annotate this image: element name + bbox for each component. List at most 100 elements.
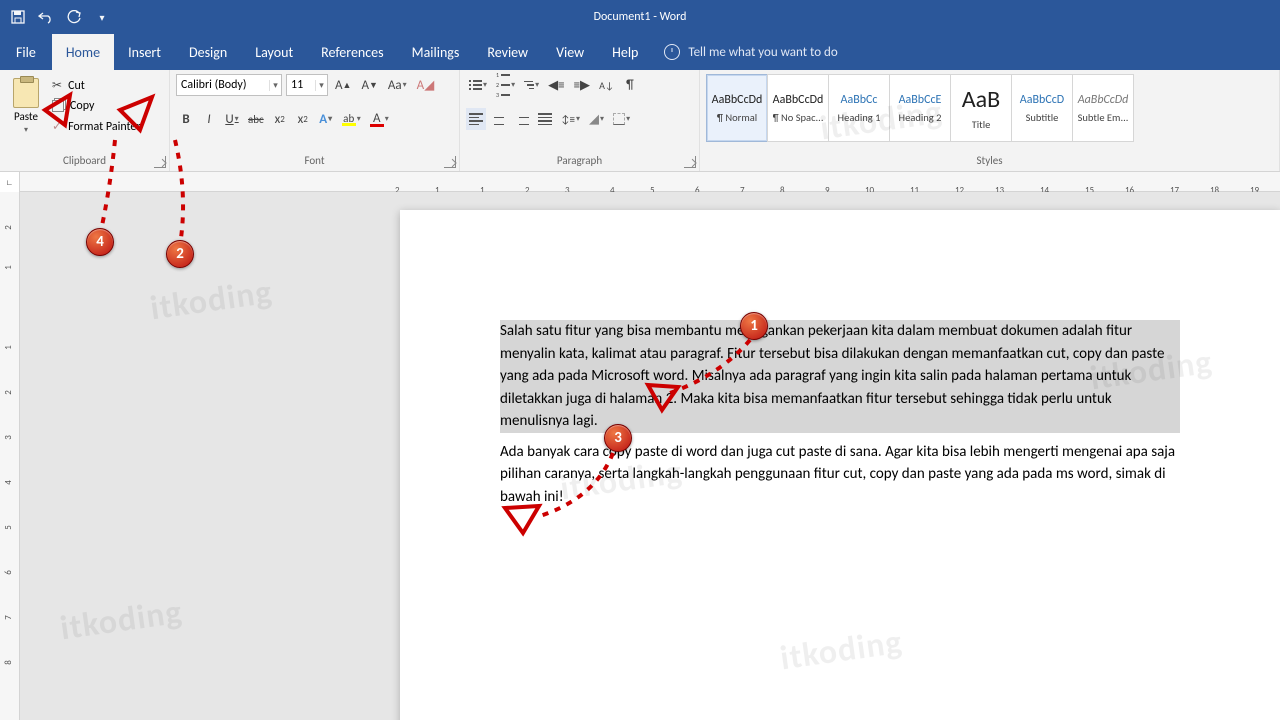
paintbrush-icon: ✓	[52, 119, 62, 134]
justify-button[interactable]	[535, 108, 555, 130]
strikethrough-button[interactable]: abc	[245, 108, 267, 130]
increase-indent-button[interactable]: ≡▶	[571, 74, 593, 96]
change-case-button[interactable]: Aa▾	[385, 74, 410, 96]
paste-label: Paste	[14, 110, 38, 123]
chevron-down-icon: ▾	[269, 80, 281, 91]
line-spacing-button[interactable]: ↕≡▾	[558, 108, 583, 130]
style--no-spac-[interactable]: AaBbCcDd¶ No Spac...	[767, 74, 829, 142]
cut-button[interactable]: ✂Cut	[52, 78, 141, 93]
bold-button[interactable]: B	[176, 108, 196, 130]
chevron-down-icon: ▾	[315, 80, 327, 91]
ribbon: Paste ▾ ✂Cut Copy ✓Format Painter Clipbo…	[0, 70, 1280, 172]
paragraph-1[interactable]: Salah satu fitur yang bisa membantu meri…	[500, 320, 1180, 433]
paragraph-dialog-launcher[interactable]	[684, 156, 696, 168]
horizontal-ruler[interactable]: ∟ 2112345678910111213141516171819	[0, 172, 1280, 192]
grow-font-button[interactable]: A▲	[332, 74, 354, 96]
tab-file[interactable]: File	[0, 34, 52, 70]
style-subtitle[interactable]: AaBbCcDSubtitle	[1011, 74, 1073, 142]
italic-button[interactable]: I	[199, 108, 219, 130]
copy-button[interactable]: Copy	[52, 99, 141, 113]
save-icon[interactable]	[10, 9, 26, 25]
font-color-button[interactable]: A▾	[367, 108, 392, 130]
outdent-icon: ◀≡	[548, 78, 564, 93]
tab-mailings[interactable]: Mailings	[398, 34, 474, 70]
line-spacing-icon: ↕≡	[561, 113, 575, 126]
redo-icon[interactable]	[66, 9, 82, 25]
sort-button[interactable]: A↓	[596, 74, 617, 96]
align-right-button[interactable]	[512, 108, 532, 130]
window-title: Document1 - Word	[120, 10, 1280, 24]
text-effects-button[interactable]: A▾	[316, 108, 336, 130]
superscript-button[interactable]: x2	[293, 108, 313, 130]
ribbon-tabs: File Home Insert Design Layout Reference…	[0, 34, 1280, 70]
paste-button[interactable]: Paste ▾	[6, 74, 46, 135]
tell-me-search[interactable]: Tell me what you want to do	[652, 34, 849, 70]
clipboard-icon	[13, 78, 39, 108]
style-subtle-em-[interactable]: AaBbCcDdSubtle Em...	[1072, 74, 1134, 142]
tab-references[interactable]: References	[307, 34, 397, 70]
shading-button[interactable]: ◢▾	[586, 108, 607, 130]
clipboard-dialog-launcher[interactable]	[154, 156, 166, 168]
numbering-button[interactable]: 123▾	[493, 74, 518, 96]
style-heading-2[interactable]: AaBbCcEHeading 2	[889, 74, 951, 142]
align-left-icon	[469, 113, 483, 125]
align-right-icon	[515, 113, 529, 125]
shrink-font-button[interactable]: A▼	[358, 74, 380, 96]
numbering-icon: 123	[496, 71, 510, 99]
paragraph-2[interactable]: Ada banyak cara copy paste di word dan j…	[500, 441, 1180, 509]
multilevel-icon	[524, 81, 534, 90]
bullets-button[interactable]: ▾	[466, 74, 490, 96]
tab-review[interactable]: Review	[473, 34, 542, 70]
group-paragraph: ▾ 123▾ ▾ ◀≡ ≡▶ A↓ ¶ ↕≡▾ ◢▾ ▾ Paragraph	[460, 70, 700, 171]
borders-button[interactable]: ▾	[610, 108, 633, 130]
subscript-button[interactable]: x2	[270, 108, 290, 130]
clear-formatting-button[interactable]: A◢	[414, 74, 438, 96]
justify-icon	[538, 113, 552, 125]
group-label-styles: Styles	[706, 152, 1273, 169]
group-label-font: Font	[176, 152, 453, 169]
paint-bucket-icon: ◢	[589, 112, 599, 127]
group-label-clipboard: Clipboard	[6, 152, 163, 169]
show-marks-button[interactable]: ¶	[620, 74, 640, 96]
style-title[interactable]: AaBTitle	[950, 74, 1012, 142]
pilcrow-icon: ¶	[626, 78, 634, 93]
tab-help[interactable]: Help	[598, 34, 652, 70]
format-painter-button[interactable]: ✓Format Painter	[52, 119, 141, 134]
group-font: Calibri (Body)▾ 11▾ A▲ A▼ Aa▾ A◢ B I U▾ …	[170, 70, 460, 171]
group-clipboard: Paste ▾ ✂Cut Copy ✓Format Painter Clipbo…	[0, 70, 170, 171]
group-styles: AaBbCcDd¶ NormalAaBbCcDd¶ No Spac...AaBb…	[700, 70, 1280, 171]
font-size-combo[interactable]: 11▾	[286, 74, 328, 96]
tab-view[interactable]: View	[542, 34, 598, 70]
qat-customize-icon[interactable]: ▾	[94, 9, 110, 25]
underline-button[interactable]: U▾	[222, 108, 242, 130]
tab-selector[interactable]: ∟	[0, 172, 20, 192]
multilevel-list-button[interactable]: ▾	[521, 74, 542, 96]
page: Salah satu fitur yang bisa membantu meri…	[400, 210, 1280, 720]
tab-insert[interactable]: Insert	[114, 34, 175, 70]
align-center-button[interactable]	[489, 108, 509, 130]
lightbulb-icon	[664, 44, 680, 60]
undo-icon[interactable]	[38, 9, 54, 25]
document-area[interactable]: Salah satu fitur yang bisa membantu meri…	[20, 192, 1280, 720]
tab-design[interactable]: Design	[175, 34, 241, 70]
style--normal[interactable]: AaBbCcDd¶ Normal	[706, 74, 768, 142]
group-label-paragraph: Paragraph	[466, 152, 693, 169]
scissors-icon: ✂	[52, 78, 62, 93]
decrease-indent-button[interactable]: ◀≡	[545, 74, 567, 96]
font-dialog-launcher[interactable]	[444, 156, 456, 168]
tab-home[interactable]: Home	[52, 34, 114, 70]
sort-icon: A↓	[599, 79, 614, 92]
highlight-button[interactable]: ab▾	[339, 108, 364, 130]
title-bar: ▾ Document1 - Word	[0, 0, 1280, 34]
bullets-icon	[469, 80, 482, 90]
align-left-button[interactable]	[466, 108, 486, 130]
quick-access-toolbar: ▾	[0, 9, 120, 25]
indent-icon: ≡▶	[574, 78, 590, 93]
tab-layout[interactable]: Layout	[241, 34, 307, 70]
vertical-ruler[interactable]: 2112345678	[0, 192, 20, 720]
font-name-combo[interactable]: Calibri (Body)▾	[176, 74, 282, 96]
style-heading-1[interactable]: AaBbCcHeading 1	[828, 74, 890, 142]
align-center-icon	[492, 113, 506, 125]
borders-icon	[613, 113, 625, 125]
tell-me-placeholder: Tell me what you want to do	[688, 45, 837, 60]
